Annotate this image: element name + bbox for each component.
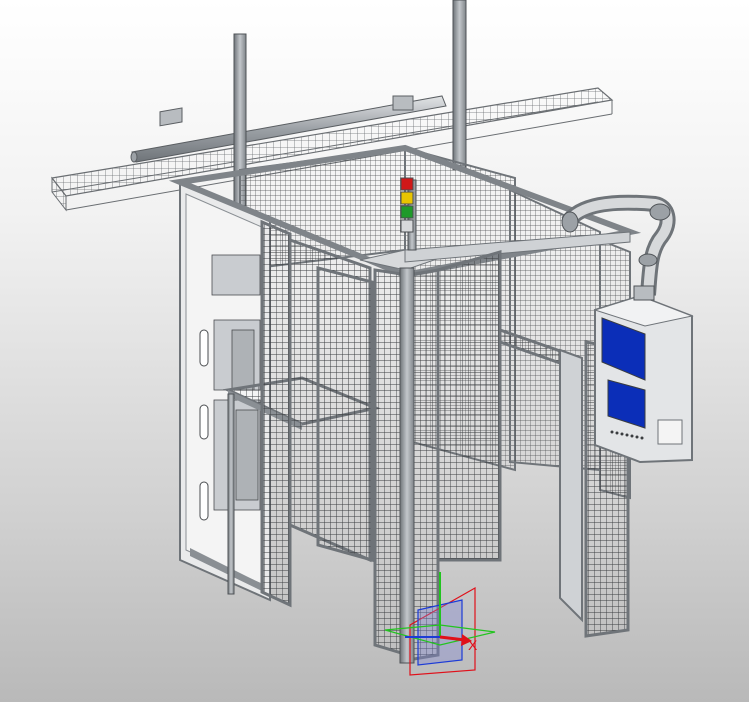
front-corner-column — [373, 250, 502, 664]
cad-model-view[interactable]: X — [0, 0, 749, 702]
hmi-operator-panel[interactable] — [593, 285, 694, 464]
x-axis-label: X — [468, 637, 478, 653]
left-frame-mesh — [260, 219, 374, 608]
cad-viewport[interactable]: X — [0, 0, 749, 702]
